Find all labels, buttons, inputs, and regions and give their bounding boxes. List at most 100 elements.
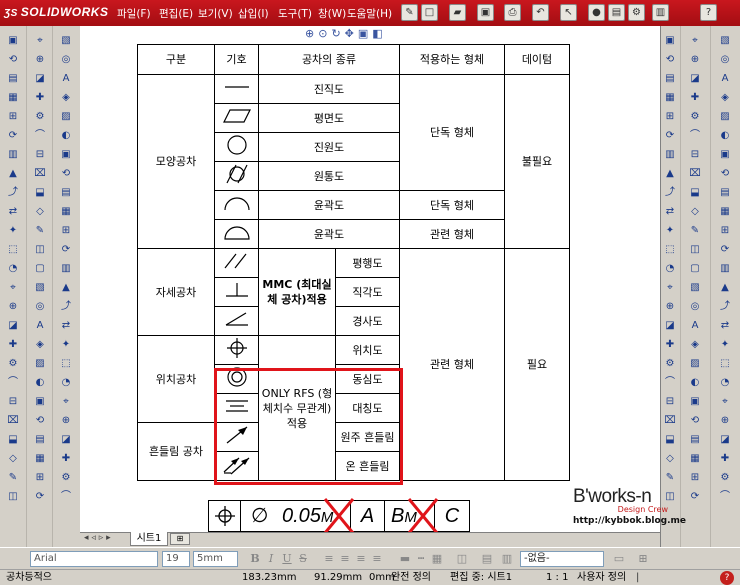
left-tool-1-13-icon[interactable]: ▧	[33, 281, 47, 295]
right-tool-2-7-icon[interactable]: ⟲	[718, 167, 732, 181]
left-tool-1-3-icon[interactable]: ✚	[33, 91, 47, 105]
left-tool-2-10-icon[interactable]: ⊞	[59, 224, 73, 238]
left-tool-0-8-icon[interactable]: ⤴	[6, 186, 20, 200]
line-thickness-icon[interactable]: ▬	[398, 552, 412, 566]
right-tool-1-7-icon[interactable]: ⌧	[688, 167, 702, 181]
right-tool-1-12-icon[interactable]: ▢	[688, 262, 702, 276]
menu-insert[interactable]: 삽입(I)	[238, 6, 269, 21]
right-tool-1-18-icon[interactable]: ◐	[688, 376, 702, 390]
left-tool-1-16-icon[interactable]: ◈	[33, 338, 47, 352]
zoom-fit-icon[interactable]: ⊕	[305, 27, 318, 40]
right-tool-2-11-icon[interactable]: ⟳	[718, 243, 732, 257]
left-tool-0-11-icon[interactable]: ⬚	[6, 243, 20, 257]
right-tool-0-18-icon[interactable]: ⌒	[663, 376, 677, 390]
right-tool-0-21-icon[interactable]: ⬓	[663, 433, 677, 447]
left-tool-2-16-icon[interactable]: ✦	[59, 338, 73, 352]
left-tool-0-6-icon[interactable]: ▥	[6, 148, 20, 162]
left-tool-0-13-icon[interactable]: ⌖	[6, 281, 20, 295]
right-tool-2-10-icon[interactable]: ⊞	[718, 224, 732, 238]
right-tool-0-14-icon[interactable]: ⊕	[663, 300, 677, 314]
align-right-icon[interactable]: ≡	[354, 552, 368, 566]
right-tool-0-22-icon[interactable]: ◇	[663, 452, 677, 466]
right-tool-1-8-icon[interactable]: ⬓	[688, 186, 702, 200]
left-tool-0-15-icon[interactable]: ◪	[6, 319, 20, 333]
right-tool-1-23-icon[interactable]: ⊞	[688, 471, 702, 485]
save-icon[interactable]: ▣	[477, 4, 494, 21]
left-tool-0-17-icon[interactable]: ⚙	[6, 357, 20, 371]
add-sheet-icon[interactable]: ⊞	[170, 533, 190, 545]
status-help-icon[interactable]: ?	[720, 571, 734, 585]
right-tool-2-20-icon[interactable]: ⊕	[718, 414, 732, 428]
layer-select[interactable]: -없음-	[520, 551, 604, 567]
right-tool-2-14-icon[interactable]: ⤴	[718, 300, 732, 314]
left-tool-0-20-icon[interactable]: ⌧	[6, 414, 20, 428]
right-tool-1-1-icon[interactable]: ⊕	[688, 53, 702, 67]
left-tool-1-6-icon[interactable]: ⊟	[33, 148, 47, 162]
left-tool-1-24-icon[interactable]: ⟳	[33, 490, 47, 504]
right-tool-1-2-icon[interactable]: ◪	[688, 72, 702, 86]
left-tool-1-2-icon[interactable]: ◪	[33, 72, 47, 86]
new-document-icon[interactable]: □	[421, 4, 438, 21]
select-arrow-icon[interactable]: ↖	[560, 4, 577, 21]
right-tool-1-9-icon[interactable]: ◇	[688, 205, 702, 219]
right-tool-0-19-icon[interactable]: ⊟	[663, 395, 677, 409]
left-tool-0-0-icon[interactable]: ▣	[6, 34, 20, 48]
open-folder-icon[interactable]: ▰	[449, 4, 466, 21]
left-tool-0-21-icon[interactable]: ⬓	[6, 433, 20, 447]
left-tool-2-17-icon[interactable]: ⬚	[59, 357, 73, 371]
left-tool-0-2-icon[interactable]: ▤	[6, 72, 20, 86]
right-tool-1-21-icon[interactable]: ▤	[688, 433, 702, 447]
zoom-area-icon[interactable]: ⊙	[318, 27, 331, 40]
left-tool-0-10-icon[interactable]: ✦	[6, 224, 20, 238]
left-tool-0-1-icon[interactable]: ⟲	[6, 53, 20, 67]
left-tool-1-15-icon[interactable]: A	[33, 319, 47, 333]
right-tool-0-17-icon[interactable]: ⚙	[663, 357, 677, 371]
right-tool-2-6-icon[interactable]: ▣	[718, 148, 732, 162]
left-tool-1-14-icon[interactable]: ◎	[33, 300, 47, 314]
right-tool-1-10-icon[interactable]: ✎	[688, 224, 702, 238]
right-tool-1-14-icon[interactable]: ◎	[688, 300, 702, 314]
bold-icon[interactable]: B	[248, 552, 262, 566]
right-tool-1-17-icon[interactable]: ▨	[688, 357, 702, 371]
align-center-icon[interactable]: ≡	[338, 552, 352, 566]
left-tool-2-15-icon[interactable]: ⇄	[59, 319, 73, 333]
right-tool-0-6-icon[interactable]: ▥	[663, 148, 677, 162]
window-tile-icon[interactable]: ▥	[652, 4, 669, 21]
left-tool-1-8-icon[interactable]: ⬓	[33, 186, 47, 200]
pin-icon[interactable]: ✎	[401, 4, 418, 21]
help-icon[interactable]: ?	[700, 4, 717, 21]
left-tool-2-2-icon[interactable]: A	[59, 72, 73, 86]
right-tool-2-8-icon[interactable]: ▤	[718, 186, 732, 200]
right-tool-0-0-icon[interactable]: ▣	[663, 34, 677, 48]
left-tool-2-7-icon[interactable]: ⟲	[59, 167, 73, 181]
right-tool-1-6-icon[interactable]: ⊟	[688, 148, 702, 162]
right-tool-1-4-icon[interactable]: ⚙	[688, 110, 702, 124]
right-tool-0-7-icon[interactable]: ▲	[663, 167, 677, 181]
undo-icon[interactable]: ↶	[532, 4, 549, 21]
right-tool-0-16-icon[interactable]: ✚	[663, 338, 677, 352]
right-tool-2-2-icon[interactable]: A	[718, 72, 732, 86]
view-orientation-icon[interactable]: ▣	[358, 27, 372, 40]
rebuild-icon[interactable]: ▤	[608, 4, 625, 21]
menu-window[interactable]: 창(W)	[318, 6, 346, 21]
menu-edit[interactable]: 편집(E)	[159, 6, 193, 21]
left-tool-1-23-icon[interactable]: ⊞	[33, 471, 47, 485]
right-tool-2-1-icon[interactable]: ◎	[718, 53, 732, 67]
right-tool-0-1-icon[interactable]: ⟲	[663, 53, 677, 67]
left-tool-0-24-icon[interactable]: ◫	[6, 490, 20, 504]
right-tool-1-11-icon[interactable]: ◫	[688, 243, 702, 257]
options-icon[interactable]: ⚙	[628, 4, 645, 21]
left-tool-1-1-icon[interactable]: ⊕	[33, 53, 47, 67]
right-tool-2-22-icon[interactable]: ✚	[718, 452, 732, 466]
left-tool-1-20-icon[interactable]: ⟲	[33, 414, 47, 428]
menu-file[interactable]: 파일(F)	[117, 6, 151, 21]
ruler-icon[interactable]: ▭	[612, 552, 626, 566]
left-tool-1-7-icon[interactable]: ⌧	[33, 167, 47, 181]
left-tool-0-12-icon[interactable]: ◔	[6, 262, 20, 276]
left-tool-0-5-icon[interactable]: ⟳	[6, 129, 20, 143]
right-tool-1-22-icon[interactable]: ▦	[688, 452, 702, 466]
right-tool-2-12-icon[interactable]: ▥	[718, 262, 732, 276]
right-tool-0-5-icon[interactable]: ⟳	[663, 129, 677, 143]
print-icon[interactable]: ⎙	[504, 4, 521, 21]
right-tool-2-16-icon[interactable]: ✦	[718, 338, 732, 352]
